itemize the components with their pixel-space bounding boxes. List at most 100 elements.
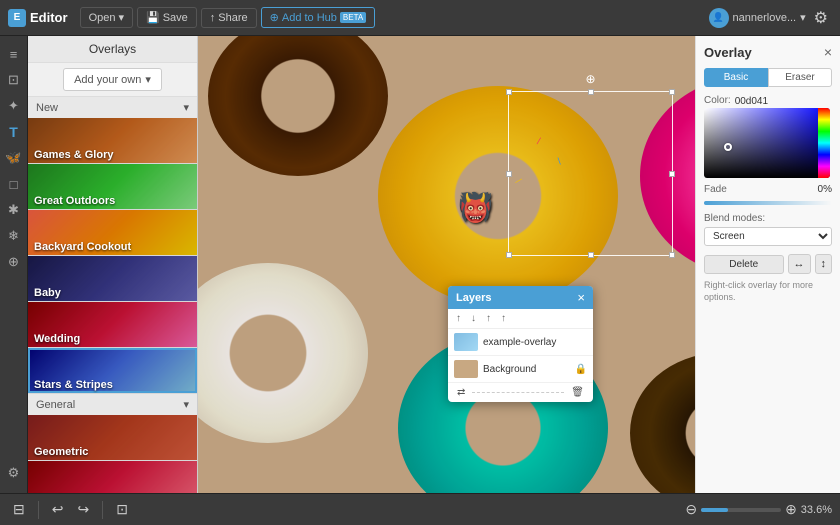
overlay-item-games[interactable]: Games & Glory — [28, 118, 197, 164]
layers-close-button[interactable]: × — [577, 291, 585, 304]
redo-button[interactable]: ↪ — [72, 499, 94, 520]
hue-slider[interactable] — [818, 108, 830, 178]
zoom-slider-fill — [701, 508, 728, 512]
app-name: Editor — [30, 10, 68, 25]
section-new-arrow: ▾ — [183, 101, 189, 114]
username: nannerlove... — [733, 12, 797, 24]
zoom-out-button[interactable]: ⊖ — [685, 501, 697, 518]
overlay-label-hearts: Hearts — [34, 492, 68, 493]
tool-overlays[interactable]: 🦋 — [2, 146, 26, 170]
overlay-item-outdoors[interactable]: Great Outdoors — [28, 164, 197, 210]
add-own-row: Add your own ▾ — [28, 63, 197, 97]
layer-row-overlay[interactable]: example-overlay — [448, 329, 593, 356]
add-chevron-icon: ▾ — [145, 73, 151, 86]
flip-v-button[interactable]: ↕ — [815, 254, 833, 274]
layers-tabs: ↑ ↓ ↑ ↑ — [448, 309, 593, 329]
color-picker-dot[interactable] — [724, 143, 732, 151]
tool-frames[interactable]: □ — [2, 172, 26, 196]
color-field: Color: 00d041 — [704, 95, 832, 178]
open-label: Open — [89, 12, 116, 24]
fade-value: 0% — [818, 184, 832, 195]
settings-button[interactable]: ⚙ — [810, 4, 832, 32]
layers-header: Layers × — [448, 286, 593, 309]
overlay-item-baby[interactable]: Baby — [28, 256, 197, 302]
overlay-tab-eraser[interactable]: Eraser — [768, 68, 832, 87]
layer-lock-icon: 🔒 — [575, 364, 587, 375]
delete-button[interactable]: Delete — [704, 255, 784, 274]
hub-label: Add to Hub — [282, 12, 337, 24]
layer-row-bg[interactable]: Background 🔒 — [448, 356, 593, 383]
layers-toggle-button[interactable]: ⊟ — [8, 499, 30, 520]
overlay-item-hearts[interactable]: Hearts — [28, 461, 197, 493]
tool-text[interactable]: T — [2, 120, 26, 144]
save-label: Save — [163, 12, 188, 24]
add-own-label: Add your own — [74, 74, 141, 86]
overlay-item-geometric[interactable]: Geometric — [28, 415, 197, 461]
layer-thumb-bg — [454, 360, 478, 378]
tool-season[interactable]: ❄ — [2, 224, 26, 248]
user-avatar: 👤 — [709, 8, 729, 28]
tool-effects[interactable]: ✱ — [2, 198, 26, 222]
section-general-arrow: ▾ — [183, 398, 189, 411]
canvas-button[interactable]: ⊡ — [111, 499, 133, 520]
add-own-button[interactable]: Add your own ▾ — [63, 68, 162, 91]
blend-select[interactable]: Screen Normal Multiply Overlay Lighten D… — [704, 227, 832, 246]
overlay-item-cookout[interactable]: Backyard Cookout — [28, 210, 197, 256]
overlay-label-wedding: Wedding — [34, 333, 80, 345]
layer-tab-3[interactable]: ↑ — [482, 312, 495, 325]
overlay-panel-title: Overlay — [704, 45, 752, 60]
share-button[interactable]: ↑ Share — [201, 8, 257, 28]
tool-retouch[interactable]: ✦ — [2, 94, 26, 118]
overlay-panel-close[interactable]: × — [824, 44, 832, 60]
zoom-value: 33.6% — [801, 504, 832, 516]
layer-tab-4[interactable]: ↑ — [497, 312, 510, 325]
color-hex: 00d041 — [735, 96, 768, 107]
overlay-tab-basic[interactable]: Basic — [704, 68, 768, 87]
hub-button[interactable]: ⊕ Add to Hub BETA — [261, 7, 376, 28]
flip-h-button[interactable]: ↔ — [788, 254, 811, 274]
overlay-properties-panel: Overlay × Basic Eraser Color: 00d041 — [695, 36, 840, 493]
section-new-header: New ▾ — [28, 97, 197, 118]
save-button[interactable]: 💾 Save — [137, 7, 197, 28]
fade-row: Fade 0% — [704, 184, 832, 195]
overlay-panel-tabs: Basic Eraser — [704, 68, 832, 87]
layer-tab-2[interactable]: ↓ — [467, 312, 480, 325]
separator-1 — [38, 501, 39, 519]
color-picker[interactable] — [704, 108, 830, 178]
overlay-label-stars: Stars & Stripes — [34, 379, 113, 391]
color-row: Color: 00d041 — [704, 95, 832, 108]
hub-icon: ⊕ — [270, 11, 279, 24]
app-logo: E Editor — [8, 9, 68, 27]
save-icon: 💾 — [146, 11, 160, 24]
canvas-area[interactable]: | | | 👹 ⊕ — [198, 36, 840, 493]
layer-tab-1[interactable]: ↑ — [452, 312, 465, 325]
overlays-panel: Overlays Add your own ▾ New ▾ Games & Gl… — [28, 36, 198, 493]
tool-settings[interactable]: ⚙ — [2, 461, 26, 485]
overlay-label-baby: Baby — [34, 287, 61, 299]
undo-button[interactable]: ↩ — [47, 499, 69, 520]
layer-delete-button[interactable]: 🗑 — [568, 386, 587, 399]
tool-stickers[interactable]: ⊕ — [2, 250, 26, 274]
layers-title: Layers — [456, 292, 491, 304]
fade-label: Fade — [704, 184, 727, 195]
zoom-slider[interactable] — [701, 508, 781, 512]
fade-bar[interactable] — [704, 201, 832, 205]
color-gradient-dark — [704, 108, 830, 178]
zoom-in-button[interactable]: ⊕ — [785, 501, 797, 518]
app-logo-icon: E — [8, 9, 26, 27]
overlay-item-stars[interactable]: Stars & Stripes — [28, 348, 197, 394]
tool-layers[interactable]: ≡ — [2, 42, 26, 66]
share-label: Share — [218, 12, 247, 24]
separator-2 — [102, 501, 103, 519]
tool-rail: ≡ ⊡ ✦ T 🦋 □ ✱ ❄ ⊕ ⚙ — [0, 36, 28, 493]
tool-crop[interactable]: ⊡ — [2, 68, 26, 92]
open-button[interactable]: Open ▾ — [80, 7, 133, 28]
layer-swap-button[interactable]: ⇄ — [454, 386, 468, 399]
overlay-panel-header: Overlay × — [704, 44, 832, 60]
overlay-btn-row: Delete ↔ ↕ — [704, 254, 832, 274]
blend-label: Blend modes: — [704, 213, 832, 224]
overlay-item-wedding[interactable]: Wedding — [28, 302, 197, 348]
user-menu[interactable]: 👤 nannerlove... ▾ — [709, 8, 806, 28]
overlay-list: Games & Glory Great Outdoors Backyard Co… — [28, 118, 197, 493]
section-new-label: New — [36, 102, 58, 114]
